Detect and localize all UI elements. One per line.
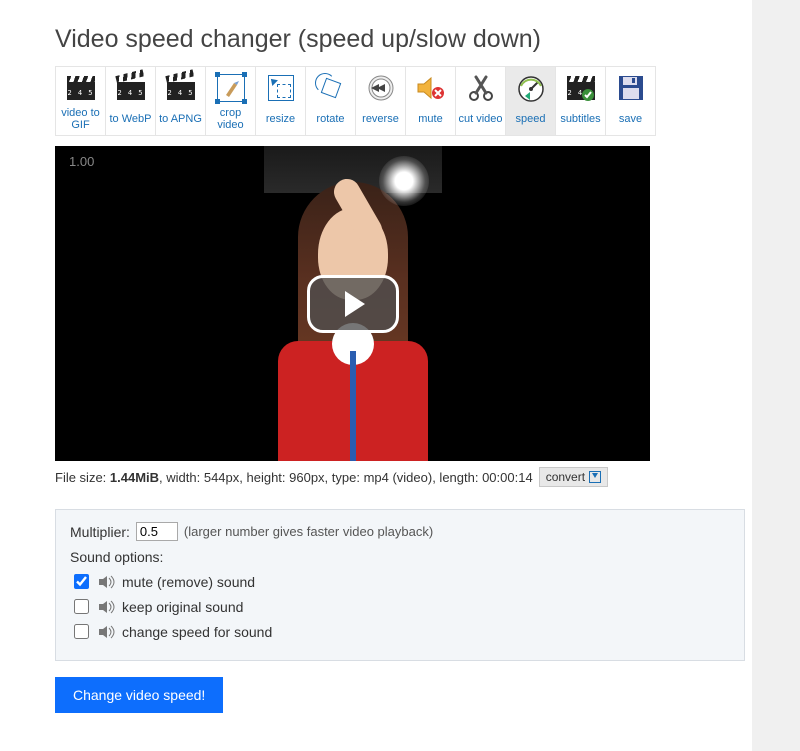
tool-label: cut video: [458, 107, 502, 131]
tool-resize[interactable]: resize: [256, 67, 306, 135]
tool-label: resize: [266, 107, 295, 131]
sound-option-keep: keep original sound: [70, 596, 730, 617]
change-speed-button[interactable]: Change video speed!: [55, 677, 223, 713]
clapper-icon: 2 4 5: [66, 73, 96, 103]
speedometer-icon: [516, 73, 546, 103]
speed-options-panel: Multiplier: (larger number gives faster …: [55, 509, 745, 661]
multiplier-hint: (larger number gives faster video playba…: [184, 524, 433, 539]
video-speed-overlay: 1.00: [69, 154, 94, 169]
tool-to-apng[interactable]: 2 4 5 to APNG: [156, 67, 206, 135]
scissors-icon: [466, 73, 496, 103]
sound-option-label: change speed for sound: [122, 624, 272, 640]
download-icon: [589, 471, 601, 483]
crop-icon: [216, 73, 246, 103]
speaker-icon: [98, 575, 116, 589]
convert-button[interactable]: convert: [539, 467, 608, 487]
file-size-value: 1.44MiB: [110, 470, 159, 485]
page-title: Video speed changer (speed up/slow down): [55, 25, 745, 54]
sound-option-mute: mute (remove) sound: [70, 571, 730, 592]
tool-cut-video[interactable]: cut video: [456, 67, 506, 135]
tool-crop-video[interactable]: crop video: [206, 67, 256, 135]
sound-option-change: change speed for sound: [70, 621, 730, 642]
sound-options-title: Sound options:: [70, 549, 730, 565]
tool-video-to-gif[interactable]: 2 4 5 video to GIF: [56, 67, 106, 135]
tool-label: to APNG: [159, 107, 202, 131]
resize-icon: [266, 73, 296, 103]
tool-mute[interactable]: mute: [406, 67, 456, 135]
video-preview: 1.00: [55, 146, 650, 461]
tool-label: speed: [516, 107, 546, 131]
tool-to-webp[interactable]: 2 4 5 to WebP: [106, 67, 156, 135]
speaker-icon: [98, 625, 116, 639]
clapper-icon: 2 4 5: [116, 73, 146, 103]
tool-label: subtitles: [560, 107, 600, 131]
multiplier-input[interactable]: [136, 522, 178, 541]
play-button[interactable]: [307, 275, 399, 333]
tool-label: mute: [418, 107, 442, 131]
speaker-icon: [98, 600, 116, 614]
tool-label: to WebP: [110, 107, 152, 131]
tool-label: save: [619, 107, 642, 131]
sound-keep-checkbox[interactable]: [74, 599, 89, 614]
tool-save[interactable]: save: [606, 67, 656, 135]
sound-mute-checkbox[interactable]: [74, 574, 89, 589]
reverse-icon: [366, 73, 396, 103]
toolbar: 2 4 5 video to GIF 2 4 5 to WebP 2 4 5 t…: [55, 66, 656, 136]
tool-speed[interactable]: speed: [506, 67, 556, 135]
file-info-rest: , width: 544px, height: 960px, type: mp4…: [159, 470, 533, 485]
tool-subtitles[interactable]: 2 4 5 subtitles: [556, 67, 606, 135]
file-info: File size: 1.44MiB, width: 544px, height…: [55, 467, 745, 487]
subtitles-icon: 2 4 5: [566, 73, 596, 103]
tool-label: crop video: [208, 107, 253, 131]
multiplier-label: Multiplier:: [70, 524, 130, 540]
tool-reverse[interactable]: reverse: [356, 67, 406, 135]
clapper-icon: 2 4 5: [166, 73, 196, 103]
rotate-icon: [316, 73, 346, 103]
convert-label: convert: [546, 470, 585, 484]
mute-icon: [416, 73, 446, 103]
tool-rotate[interactable]: rotate: [306, 67, 356, 135]
sound-option-label: keep original sound: [122, 599, 243, 615]
save-icon: [616, 73, 646, 103]
tool-label: video to GIF: [58, 107, 103, 131]
file-size-prefix: File size:: [55, 470, 110, 485]
tool-label: reverse: [362, 107, 399, 131]
tool-label: rotate: [316, 107, 344, 131]
sound-change-checkbox[interactable]: [74, 624, 89, 639]
play-icon: [345, 291, 365, 317]
sound-option-label: mute (remove) sound: [122, 574, 255, 590]
